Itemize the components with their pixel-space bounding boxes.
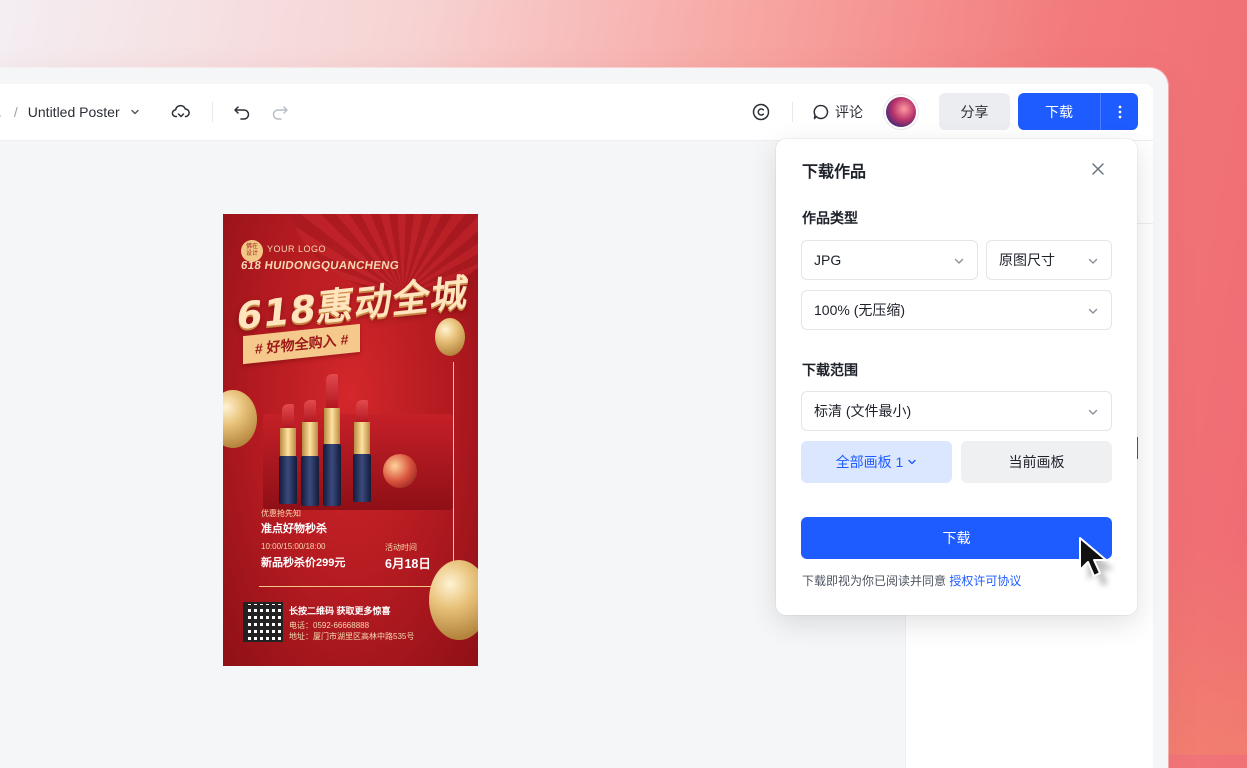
cloud-sync-icon[interactable] (167, 98, 195, 126)
mouse-cursor-icon (1076, 534, 1124, 595)
redo-icon[interactable] (266, 98, 294, 126)
resolution-select[interactable]: 标清 (文件最小) (801, 391, 1112, 431)
decorative-ball (383, 454, 417, 488)
poster-time: 10:00/15:00/18:00 (261, 542, 326, 551)
resolution-value: 标清 (文件最小) (814, 403, 912, 419)
more-vertical-icon (1118, 105, 1122, 119)
chevron-down-icon (1087, 405, 1099, 421)
poster-qr-caption: 长按二维码 获取更多惊喜 (289, 606, 391, 616)
share-button[interactable]: 分享 (939, 93, 1010, 130)
format-select[interactable]: JPG (801, 240, 978, 280)
poster-subhead: 618 HUIDONGQUANCHENG (240, 260, 400, 272)
comment-button[interactable]: 评论 (812, 98, 863, 126)
all-boards-label: 全部画板 1 (835, 454, 904, 470)
agreement-text: 下载即视为你已阅读并同意 授权许可协议 (802, 572, 1021, 589)
chevron-down-icon (1087, 304, 1099, 320)
quality-value: 100% (无压缩) (814, 302, 906, 318)
close-icon[interactable] (1087, 158, 1109, 180)
poster-date: 6月18日 (385, 557, 431, 571)
qr-code (243, 602, 283, 642)
type-section-label: 作品类型 (802, 210, 858, 226)
chevron-down-icon (1087, 254, 1099, 270)
poster-promo-big: 准点好物秒杀 (261, 523, 327, 535)
poster-logo-badge: 佛在 设计 (241, 240, 263, 262)
current-board-button[interactable]: 当前画板 (961, 441, 1112, 483)
comment-label: 评论 (835, 104, 863, 120)
title-chevron-down-icon[interactable] (130, 107, 140, 117)
poster-price: 新品秒杀价299元 (261, 557, 346, 569)
poster-date-label: 活动时间 (385, 543, 417, 552)
undo-icon[interactable] (228, 98, 256, 126)
top-toolbar: . / Untitled Poster (0, 84, 1153, 141)
copyright-icon[interactable] (747, 98, 775, 126)
breadcrumb-separator: / (13, 104, 18, 120)
poster-logo-text: YOUR LOGO (267, 244, 327, 254)
breadcrumb-ellipsis[interactable]: . (0, 104, 2, 120)
chevron-down-icon (953, 254, 965, 270)
gold-balloon (223, 390, 257, 448)
toolbar-divider (212, 102, 213, 122)
breadcrumb: . / Untitled Poster (0, 84, 140, 140)
download-more-button[interactable] (1100, 93, 1138, 130)
document-title[interactable]: Untitled Poster (28, 104, 120, 120)
poster-canvas[interactable]: 佛在 设计 YOUR LOGO 618 HUIDONGQUANCHENG 618惠… (223, 214, 478, 666)
poster-promo-small: 优惠抢先知 (261, 509, 301, 518)
chevron-down-icon (907, 457, 917, 467)
size-value: 原图尺寸 (999, 252, 1055, 268)
all-boards-button[interactable]: 全部画板 1 (801, 441, 952, 483)
download-button[interactable]: 下载 (1018, 93, 1100, 130)
poster-phone: 电话：0592-66668888 (289, 621, 370, 630)
confirm-download-button[interactable]: 下载 (801, 517, 1112, 559)
comment-bubble-icon (812, 103, 830, 121)
quality-select[interactable]: 100% (无压缩) (801, 290, 1112, 330)
format-value: JPG (814, 252, 842, 268)
dialog-title: 下载作品 (802, 164, 867, 181)
gold-balloon (429, 560, 478, 640)
range-section-label: 下载范围 (802, 362, 858, 378)
size-select[interactable]: 原图尺寸 (986, 240, 1112, 280)
license-agreement-link[interactable]: 授权许可协议 (949, 574, 1021, 588)
toolbar-divider (792, 102, 793, 122)
user-avatar[interactable] (886, 97, 916, 127)
poster-address: 地址：厦门市湖里区高林中路535号 (289, 632, 415, 641)
agreement-prefix: 下载即视为你已阅读并同意 (802, 574, 950, 588)
gold-balloon (435, 318, 465, 356)
